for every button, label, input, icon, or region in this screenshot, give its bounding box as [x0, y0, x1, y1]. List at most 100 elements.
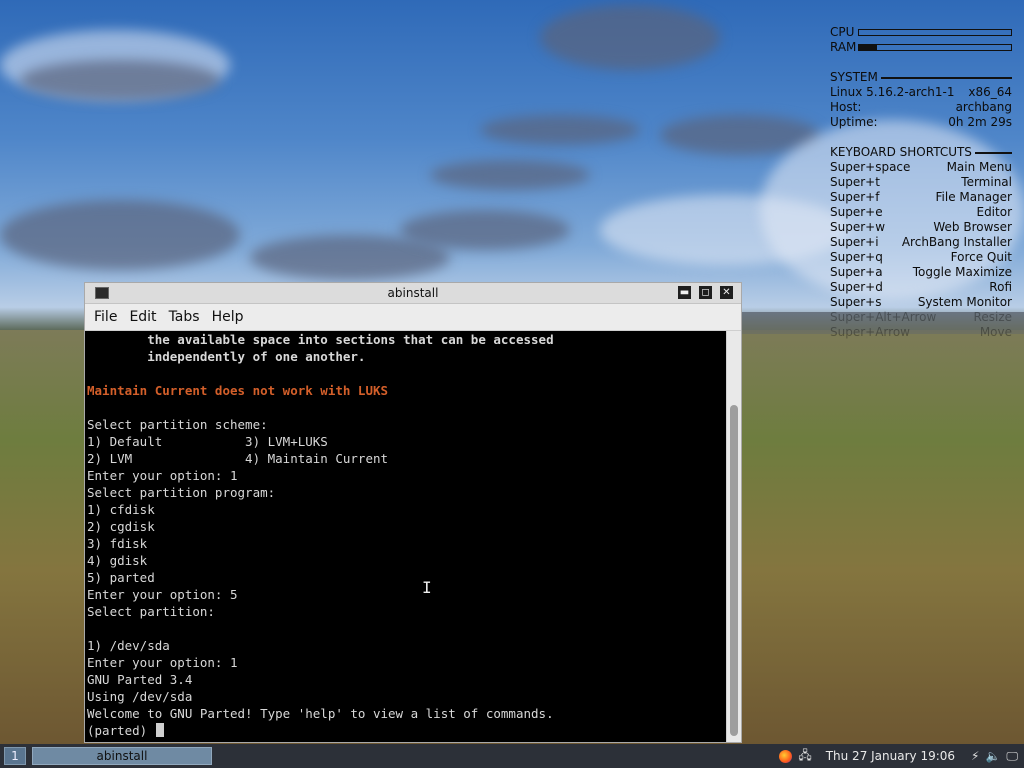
terminal-line: Welcome to GNU Parted! Type 'help' to vi… — [87, 706, 554, 721]
shortcut-key: Super+d — [830, 280, 883, 294]
terminal-line: Enter your option: 1 — [87, 468, 238, 483]
terminal-line: independently of one another. — [87, 349, 366, 364]
shortcut-key: Super+Arrow — [830, 325, 910, 339]
shortcut-key: Super+w — [830, 220, 886, 234]
shortcut-action: Force Quit — [950, 250, 1012, 264]
terminal-line: Select partition program: — [87, 485, 276, 500]
shortcut-action: Web Browser — [933, 220, 1012, 234]
system-heading: SYSTEM — [830, 70, 1012, 85]
menu-tabs[interactable]: Tabs — [169, 309, 200, 325]
system-row-label: Linux 5.16.2-arch1-1 — [830, 85, 955, 99]
ram-bar — [858, 44, 1012, 51]
ibeam-cursor-icon: I — [422, 578, 432, 597]
terminal-line: GNU Parted 3.4 — [87, 672, 193, 687]
shortcut-row: Super+d Rofi — [830, 280, 1012, 295]
cpu-bar — [858, 29, 1012, 36]
terminal-line: Enter your option: 1 — [87, 655, 238, 670]
terminal-window[interactable]: abinstall ▬ ◻ ✕ File Edit Tabs Help I th… — [84, 282, 742, 743]
taskbar-item-abinstall[interactable]: abinstall — [32, 747, 212, 765]
shortcut-key: Super+f — [830, 190, 880, 204]
shortcut-action: ArchBang Installer — [901, 235, 1012, 249]
shortcut-row: Super+q Force Quit — [830, 250, 1012, 265]
minimize-button[interactable]: ▬ — [678, 286, 691, 299]
terminal-line: 4) gdisk — [87, 553, 148, 568]
shortcut-row: Super+Arrow Move — [830, 325, 1012, 340]
ram-label: RAM — [830, 40, 857, 54]
terminal-prompt-line[interactable]: (parted) — [87, 722, 726, 739]
shortcut-key: Super+space — [830, 160, 911, 174]
shortcut-row: Super+e Editor — [830, 205, 1012, 220]
shortcut-key: Super+a — [830, 265, 883, 279]
volume-icon[interactable]: 🔈 — [985, 749, 1000, 763]
system-row-value: 0h 2m 29s — [948, 115, 1012, 129]
shortcut-row: Super+Alt+Arrow Resize — [830, 310, 1012, 325]
shortcut-action: System Monitor — [917, 295, 1012, 309]
system-row: Uptime: 0h 2m 29s — [830, 115, 1012, 130]
system-row-label: Uptime: — [830, 115, 878, 129]
shortcuts-heading-label: KEYBOARD SHORTCUTS — [830, 145, 972, 159]
shortcut-row: Super+space Main Menu — [830, 160, 1012, 175]
display-icon[interactable]: 🖵 — [1006, 749, 1018, 764]
shortcut-row: Super+f File Manager — [830, 190, 1012, 205]
system-tray: 🖧 Thu 27 January 19:06 ⚡ 🔈 🖵 — [779, 744, 1018, 768]
menu-edit[interactable]: Edit — [129, 309, 156, 325]
power-icon[interactable]: ⚡ — [971, 749, 979, 763]
cpu-label: CPU — [830, 25, 855, 39]
terminal-line: Select partition scheme: — [87, 417, 268, 432]
system-row-value: archbang — [955, 100, 1012, 114]
shortcut-action: Terminal — [961, 175, 1012, 189]
clock[interactable]: Thu 27 January 19:06 — [826, 749, 955, 763]
conky-widget: CPU RAM SYSTEM Linux 5.16.2-arch1-1 x86_6… — [830, 25, 1012, 340]
terminal-line: 2) cgdisk — [87, 519, 155, 534]
window-titlebar[interactable]: abinstall ▬ ◻ ✕ — [85, 283, 741, 304]
taskbar: 1 abinstall 🖧 Thu 27 January 19:06 ⚡ 🔈 🖵 — [0, 744, 1024, 768]
shortcut-action: Resize — [973, 310, 1012, 324]
shortcut-action: Main Menu — [946, 160, 1012, 174]
terminal-output[interactable]: I the available space into sections that… — [85, 331, 726, 742]
shortcut-key: Super+i — [830, 235, 879, 249]
terminal-line: Using /dev/sda — [87, 689, 193, 704]
close-button[interactable]: ✕ — [720, 286, 733, 299]
shortcuts-heading: KEYBOARD SHORTCUTS — [830, 145, 1012, 160]
terminal-line: Maintain Current does not work with LUKS — [87, 383, 389, 398]
menu-file[interactable]: File — [94, 309, 117, 325]
terminal-line: 1) cfdisk — [87, 502, 155, 517]
workspace-button[interactable]: 1 — [4, 747, 26, 765]
shortcut-key: Super+e — [830, 205, 883, 219]
shortcut-row: Super+i ArchBang Installer — [830, 235, 1012, 250]
network-icon[interactable]: 🖧 — [798, 746, 811, 767]
system-heading-label: SYSTEM — [830, 70, 878, 84]
terminal-line: 2) LVM 4) Maintain Current — [87, 451, 389, 466]
terminal-line: Select partition: — [87, 604, 215, 619]
shortcut-key: Super+t — [830, 175, 880, 189]
cpu-meter: CPU — [830, 25, 1012, 40]
terminal-prompt: (parted) — [87, 723, 155, 738]
ram-meter: RAM — [830, 40, 1012, 55]
terminal-line: 1) /dev/sda — [87, 638, 170, 653]
system-row: Host: archbang — [830, 100, 1012, 115]
shortcut-key: Super+q — [830, 250, 883, 264]
firefox-icon[interactable] — [779, 749, 793, 763]
menubar: File Edit Tabs Help — [85, 304, 741, 331]
maximize-button[interactable]: ◻ — [699, 286, 712, 299]
terminal-line: the available space into sections that c… — [87, 332, 554, 347]
terminal-line: 1) Default 3) LVM+LUKS — [87, 434, 328, 449]
system-row-value: x86_64 — [968, 85, 1012, 99]
shortcut-row: Super+a Toggle Maximize — [830, 265, 1012, 280]
terminal-line: Enter your option: 5 — [87, 587, 238, 602]
scrollbar-thumb[interactable] — [730, 405, 738, 736]
terminal-line: 5) parted — [87, 570, 155, 585]
terminal-scrollbar[interactable] — [726, 331, 741, 742]
text-cursor — [155, 723, 164, 737]
shortcut-row: Super+w Web Browser — [830, 220, 1012, 235]
shortcut-key: Super+Alt+Arrow — [830, 310, 937, 324]
shortcut-action: Toggle Maximize — [912, 265, 1012, 279]
system-row: Linux 5.16.2-arch1-1 x86_64 — [830, 85, 1012, 100]
menu-help[interactable]: Help — [212, 309, 244, 325]
shortcut-action: Editor — [976, 205, 1012, 219]
shortcut-key: Super+s — [830, 295, 882, 309]
window-title: abinstall — [387, 286, 439, 300]
